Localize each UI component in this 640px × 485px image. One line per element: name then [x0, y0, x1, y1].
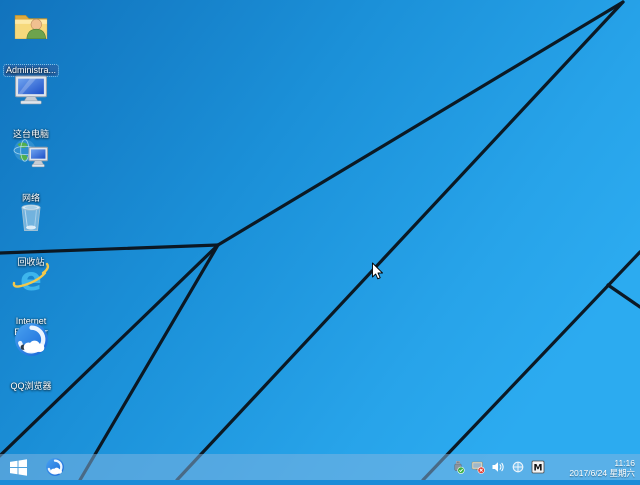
recycle-bin-icon [0, 196, 62, 234]
qq-browser-icon [0, 320, 62, 358]
this-pc-icon [0, 68, 62, 106]
desktop-icon-this-pc[interactable]: 这台电脑 [0, 68, 62, 142]
ime-indicator[interactable]: M [531, 460, 545, 474]
clock-date: 2017/6/24 星期六 [569, 467, 635, 478]
desktop-wallpaper [0, 0, 640, 482]
qq-browser-taskbar-icon [46, 458, 64, 476]
volume-icon[interactable] [491, 460, 505, 474]
usb-safely-remove-icon[interactable] [451, 460, 465, 474]
windows-logo-icon [9, 458, 27, 476]
taskbar: M 11:16 2017/6/24 星期六 [0, 454, 640, 480]
clock-time: 11:16 [614, 457, 635, 468]
network-icon [0, 132, 62, 170]
administrator-folder-icon [0, 4, 62, 42]
desktop-icon-network[interactable]: 网络 [0, 132, 62, 206]
network-disconnected-icon[interactable] [471, 460, 485, 474]
desktop-icon-label: QQ浏览器 [10, 381, 52, 391]
taskbar-clock[interactable]: 11:16 2017/6/24 星期六 [555, 457, 635, 478]
desktop-icon-administrator[interactable]: Administra... [0, 4, 62, 78]
taskbar-qq-browser-button[interactable] [40, 454, 70, 480]
wallpaper-beams-graphic [0, 0, 640, 482]
desktop-icon-qq-browser[interactable]: QQ浏览器 [0, 320, 62, 394]
internet-explorer-icon: e [0, 258, 62, 296]
globe-crosshair-icon[interactable] [511, 460, 525, 474]
start-button[interactable] [2, 454, 34, 480]
ime-mode-letter: M [534, 463, 543, 473]
system-tray: M 11:16 2017/6/24 星期六 [451, 457, 640, 478]
